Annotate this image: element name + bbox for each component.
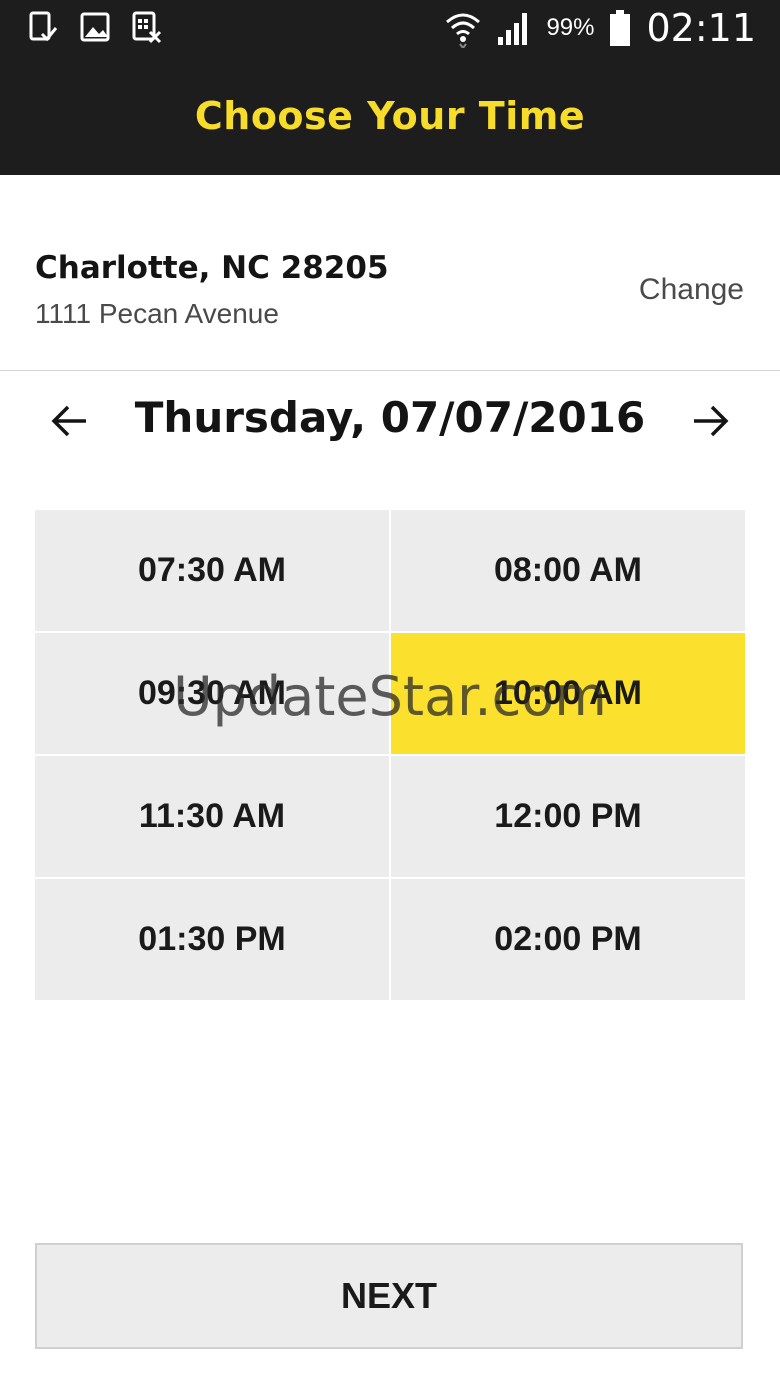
signal-icon	[498, 13, 528, 45]
location-address: 1111 Pecan Avenue	[35, 298, 279, 329]
time-slot[interactable]: 02:00 PM	[391, 879, 745, 1000]
arrow-right-icon[interactable]	[690, 401, 730, 441]
clock: 02:11	[646, 6, 756, 50]
location-city: Charlotte, NC 28205	[35, 250, 389, 286]
battery-icon	[610, 10, 631, 46]
time-slot[interactable]: 12:00 PM	[391, 756, 745, 877]
time-slot-grid: 07:30 AM 08:00 AM 09:30 AM 10:00 AM 11:3…	[35, 510, 745, 1000]
battery-percentage: 99%	[546, 14, 595, 41]
time-slot[interactable]: 07:30 AM	[35, 510, 389, 631]
time-slot[interactable]: 11:30 AM	[35, 756, 389, 877]
time-slot[interactable]: 08:00 AM	[391, 510, 745, 631]
wifi-icon	[446, 13, 481, 48]
image-icon	[80, 12, 110, 42]
location-section: Charlotte, NC 28205 1111 Pecan Avenue Ch…	[0, 175, 780, 371]
change-location-link[interactable]: Change	[639, 273, 744, 307]
time-slot[interactable]: 09:30 AM	[35, 633, 389, 754]
time-slot[interactable]: 10:00 AM	[391, 633, 745, 754]
status-bar: 99% 02:11	[0, 0, 780, 56]
time-slot[interactable]: 01:30 PM	[35, 879, 389, 1000]
app-bar: Choose Your Time	[0, 56, 780, 175]
calendar-x-icon	[132, 11, 162, 44]
tablet-check-icon	[29, 11, 58, 42]
page-title: Choose Your Time	[194, 93, 586, 138]
date-navigation: Thursday, 07/07/2016	[0, 371, 780, 481]
next-button[interactable]: NEXT	[35, 1243, 743, 1349]
selected-date: Thursday, 07/07/2016	[134, 393, 646, 442]
